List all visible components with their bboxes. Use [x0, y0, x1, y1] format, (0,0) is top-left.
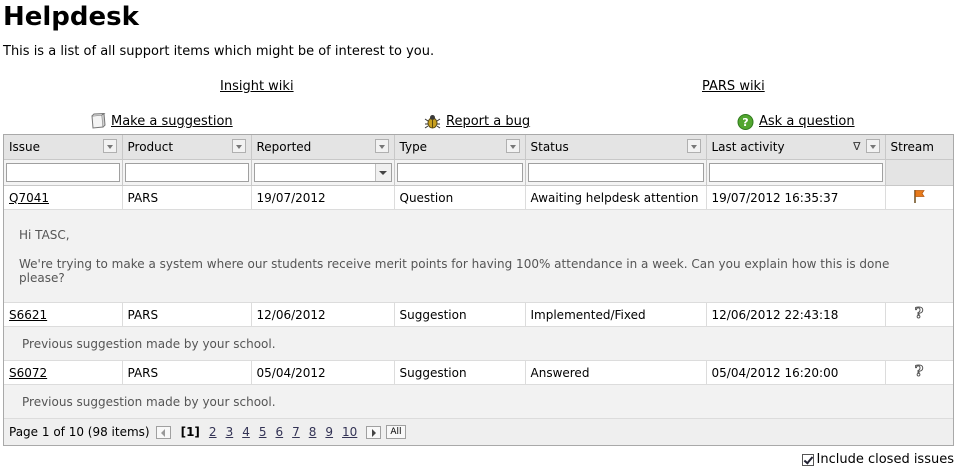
- reported-cell: 19/07/2012: [251, 185, 395, 210]
- ask-question-link[interactable]: Ask a question: [759, 114, 855, 129]
- product-cell: PARS: [122, 302, 252, 327]
- table-row[interactable]: Q7041 PARS 19/07/2012 Question Awaiting …: [4, 185, 953, 210]
- column-header-issue[interactable]: Issue: [4, 135, 123, 160]
- page-intro: This is a list of all support items whic…: [3, 44, 435, 59]
- include-closed-toggle[interactable]: Include closed issues: [801, 452, 955, 467]
- page-link[interactable]: 6: [275, 425, 283, 439]
- detail-message: We're trying to make a system where our …: [19, 256, 890, 285]
- page-link[interactable]: 10: [342, 425, 357, 439]
- filter-dropdown-reported[interactable]: [374, 139, 389, 153]
- filter-input-product[interactable]: [124, 163, 249, 182]
- prev-page-button[interactable]: [155, 425, 171, 439]
- type-cell: Suggestion: [394, 360, 526, 385]
- type-cell: Suggestion: [394, 302, 526, 327]
- issue-link[interactable]: S6072: [9, 366, 47, 380]
- show-all-button[interactable]: All: [386, 425, 406, 439]
- help-icon: ?: [737, 113, 754, 130]
- pars-wiki-link[interactable]: PARS wiki: [702, 79, 765, 94]
- current-page: [1]: [180, 425, 200, 439]
- page-link[interactable]: 7: [292, 425, 300, 439]
- detail-greeting: Hi TASC,: [19, 227, 70, 242]
- filter-input-type[interactable]: [396, 163, 523, 182]
- page-link[interactable]: 5: [259, 425, 267, 439]
- type-cell: Question: [394, 185, 526, 210]
- product-cell: PARS: [122, 360, 252, 385]
- svg-text:?: ?: [915, 363, 924, 380]
- filter-dropdown-product[interactable]: [231, 139, 246, 153]
- filter-input-last-activity[interactable]: [708, 163, 883, 182]
- column-header-last-activity[interactable]: Last activity ∇: [706, 135, 886, 160]
- make-suggestion-link[interactable]: Make a suggestion: [111, 114, 233, 129]
- issue-link[interactable]: S6621: [9, 308, 47, 322]
- filter-dropdown-type[interactable]: [505, 139, 520, 153]
- column-header-status[interactable]: Status: [525, 135, 707, 160]
- issue-detail: Hi TASC, We're trying to make a system w…: [4, 209, 953, 303]
- filter-dropdown-status[interactable]: [686, 139, 701, 153]
- column-header-reported[interactable]: Reported: [251, 135, 395, 160]
- include-closed-label: Include closed issues: [816, 452, 955, 467]
- page-title: Helpdesk: [3, 2, 139, 32]
- issue-link[interactable]: Q7041: [9, 191, 49, 205]
- next-page-button[interactable]: [366, 425, 382, 439]
- status-cell: Awaiting helpdesk attention: [525, 185, 707, 210]
- page-link[interactable]: 8: [309, 425, 317, 439]
- svg-text:?: ?: [742, 116, 748, 129]
- filter-dropdown-issue[interactable]: [102, 139, 117, 153]
- column-header-type[interactable]: Type: [394, 135, 526, 160]
- filter-input-status[interactable]: [527, 163, 704, 182]
- column-header-stream: Stream: [885, 135, 953, 160]
- report-bug-link[interactable]: Report a bug: [446, 114, 530, 129]
- reported-cell: 12/06/2012: [251, 302, 395, 327]
- svg-text:?: ?: [915, 305, 924, 322]
- ask-question-action[interactable]: ? Ask a question: [737, 113, 855, 130]
- detail-text: Previous suggestion made by your school.: [4, 326, 953, 361]
- note-icon: [89, 112, 106, 130]
- page-link[interactable]: 2: [209, 425, 217, 439]
- filter-input-issue[interactable]: [6, 163, 120, 182]
- issue-detail: Previous suggestion made by your school.: [4, 384, 953, 419]
- status-cell: Answered: [525, 360, 707, 385]
- report-bug-action[interactable]: Report a bug: [424, 113, 530, 130]
- page-link[interactable]: 3: [226, 425, 234, 439]
- reported-cell: 05/04/2012: [251, 360, 395, 385]
- filter-dropdown-last-activity[interactable]: [865, 139, 880, 153]
- make-suggestion-action[interactable]: Make a suggestion: [89, 112, 233, 130]
- issues-grid: Issue Product Reported Type Status Last …: [3, 134, 954, 446]
- last-activity-cell: 19/07/2012 16:35:37: [706, 185, 886, 210]
- table-row[interactable]: S6072 PARS 05/04/2012 Suggestion Answere…: [4, 360, 953, 385]
- bug-icon: [424, 113, 441, 130]
- product-cell: PARS: [122, 185, 252, 210]
- question-mark-icon[interactable]: ?: [912, 361, 926, 383]
- page-link[interactable]: 4: [242, 425, 250, 439]
- flag-icon[interactable]: [912, 189, 926, 207]
- column-header-product[interactable]: Product: [122, 135, 252, 160]
- filter-select-reported[interactable]: [253, 163, 392, 182]
- issue-detail: Previous suggestion made by your school.: [4, 326, 953, 361]
- last-activity-cell: 05/04/2012 16:20:00: [706, 360, 886, 385]
- pager-info: Page 1 of 10 (98 items): [9, 425, 150, 439]
- include-closed-checkbox[interactable]: [801, 453, 814, 466]
- table-row[interactable]: S6621 PARS 12/06/2012 Suggestion Impleme…: [4, 302, 953, 327]
- page-link[interactable]: 9: [325, 425, 333, 439]
- question-mark-icon[interactable]: ?: [912, 303, 926, 325]
- status-cell: Implemented/Fixed: [525, 302, 707, 327]
- detail-text: Previous suggestion made by your school.: [4, 384, 953, 419]
- pager: Page 1 of 10 (98 items) [1] 2 3 4 5 6 7 …: [4, 418, 953, 445]
- sort-descending-icon: ∇: [853, 140, 861, 153]
- last-activity-cell: 12/06/2012 22:43:18: [706, 302, 886, 327]
- insight-wiki-link[interactable]: Insight wiki: [220, 79, 294, 94]
